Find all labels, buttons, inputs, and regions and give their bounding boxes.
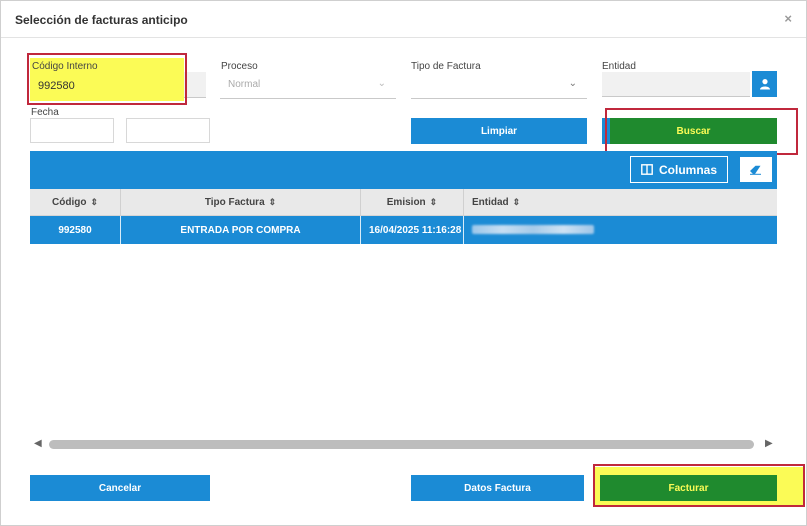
user-icon [759, 79, 770, 90]
table-row[interactable]: 992580 ENTRADA POR COMPRA 16/04/2025 11:… [30, 216, 777, 244]
chevron-down-icon: ⌄ [568, 78, 577, 89]
annotation-box-buscar [605, 108, 798, 155]
invoice-selection-dialog: Selección de facturas anticipo × Código … [0, 0, 807, 526]
column-header-tipo-factura[interactable]: Tipo Factura ⇕ [121, 189, 361, 216]
codigo-interno-input-tail [184, 72, 206, 98]
fecha-to-input[interactable] [126, 118, 210, 143]
clear-filters-button[interactable] [739, 156, 773, 183]
proceso-value: Normal [228, 79, 261, 90]
annotation-box-codigo-interno [27, 53, 187, 105]
horizontal-scrollbar[interactable] [49, 440, 754, 449]
entidad-label: Entidad [602, 61, 636, 72]
cell-tipo-factura: ENTRADA POR COMPRA [121, 216, 361, 244]
cell-codigo: 992580 [30, 216, 121, 244]
scroll-left-arrow-icon[interactable]: ◀ [34, 438, 42, 449]
limpiar-button[interactable]: Limpiar [411, 118, 587, 144]
redacted-entity-text [472, 225, 594, 234]
fecha-label: Fecha [31, 107, 59, 118]
entidad-input[interactable] [602, 72, 750, 97]
column-header-emision[interactable]: Emision ⇕ [361, 189, 464, 216]
proceso-select[interactable]: Normal ⌄ [220, 71, 396, 99]
sort-icon: ⇕ [268, 197, 277, 207]
grid-header: Código ⇕ Tipo Factura ⇕ Emision ⇕ Entida… [30, 189, 777, 216]
chevron-down-icon: ⌄ [377, 78, 386, 89]
eraser-icon [750, 165, 761, 175]
scroll-right-arrow-icon[interactable]: ▶ [765, 438, 773, 449]
columnas-label: Columnas [658, 162, 717, 177]
tipo-factura-select[interactable]: ⌄ [411, 71, 587, 99]
dialog-title: Selección de facturas anticipo [15, 13, 188, 27]
annotation-box-facturar [593, 464, 805, 507]
column-header-entidad[interactable]: Entidad ⇕ [464, 189, 777, 216]
grid-toolbar: Columnas [30, 151, 777, 189]
column-header-tipo-factura-label: Tipo Factura [204, 197, 265, 208]
entidad-lookup-button[interactable] [752, 71, 777, 97]
sort-icon: ⇕ [512, 197, 521, 207]
close-icon[interactable]: × [784, 11, 792, 26]
sort-icon: ⇕ [429, 197, 438, 207]
column-header-codigo-label: Código [52, 197, 87, 208]
cell-emision: 16/04/2025 11:16:28 [361, 216, 464, 244]
fecha-from-input[interactable] [30, 118, 114, 143]
sort-icon: ⇕ [90, 197, 98, 207]
column-header-entidad-label: Entidad [472, 197, 509, 208]
dialog-header: Selección de facturas anticipo × [1, 1, 806, 38]
columnas-button[interactable]: Columnas [630, 156, 728, 183]
datos-factura-button[interactable]: Datos Factura [411, 475, 584, 501]
columns-icon [641, 164, 653, 175]
cancelar-button[interactable]: Cancelar [30, 475, 210, 501]
column-header-emision-label: Emision [386, 197, 426, 208]
column-header-codigo[interactable]: Código ⇕ [30, 189, 121, 216]
